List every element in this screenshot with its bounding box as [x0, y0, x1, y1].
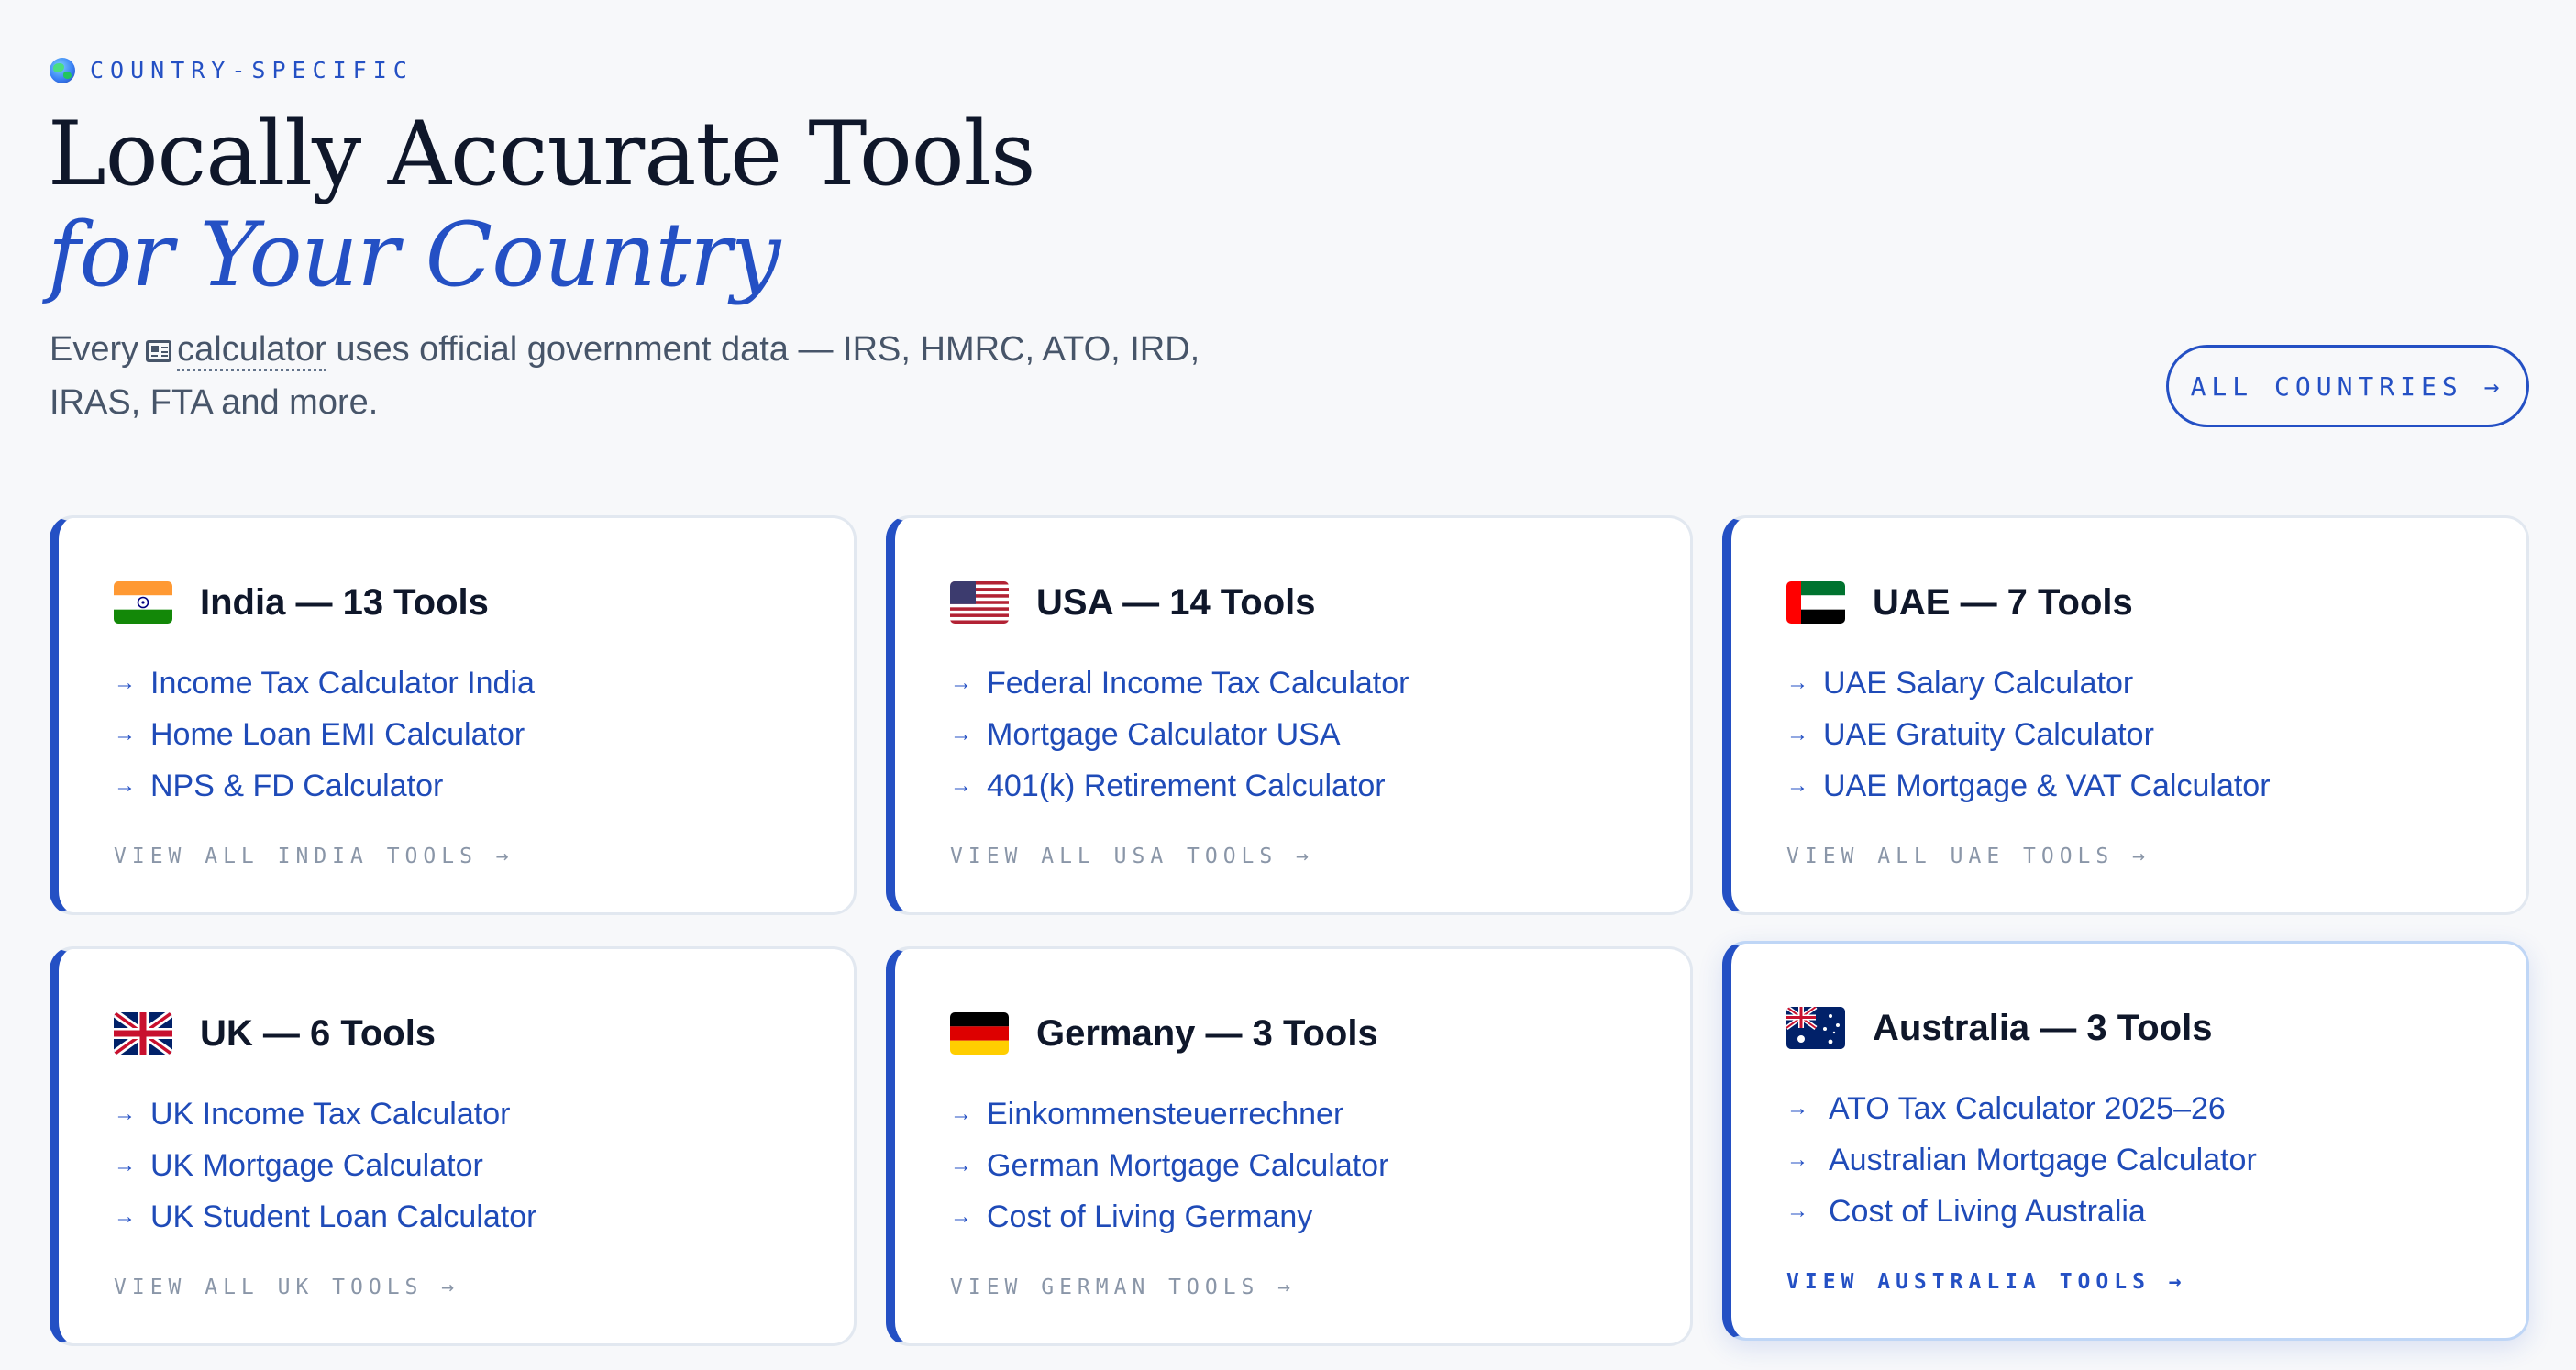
tool-link-item: → Cost of Living Australia: [1786, 1186, 2526, 1237]
usa-flag-icon: [950, 581, 1009, 624]
view-all-link[interactable]: VIEW AUSTRALIA TOOLS →: [1786, 1270, 2187, 1294]
section-title-accent: for Your Country: [48, 204, 780, 306]
section-eyebrow: COUNTRY-SPECIFIC: [50, 57, 414, 83]
arrow-right-icon: →: [950, 1153, 972, 1177]
arrow-right-icon: →: [950, 773, 972, 798]
tool-link-item: → 401(k) Retirement Calculator: [950, 760, 1690, 812]
eyebrow-label: COUNTRY-SPECIFIC: [90, 57, 414, 83]
tool-link[interactable]: UAE Salary Calculator: [1823, 666, 2133, 702]
country-card-usa[interactable]: USA — 14 Tools → Federal Income Tax Calcu…: [886, 515, 1693, 915]
arrow-right-icon: →: [1786, 773, 1808, 798]
tool-link[interactable]: Australian Mortgage Calculator: [1829, 1143, 2257, 1178]
tool-link-item: → Federal Income Tax Calculator: [950, 657, 1690, 709]
arrow-right-icon: →: [114, 1204, 136, 1229]
tool-link[interactable]: Federal Income Tax Calculator: [987, 666, 1409, 702]
country-card-germany[interactable]: Germany — 3 Tools → Einkommensteuerrechne…: [886, 946, 1693, 1346]
arrow-right-icon: →: [1786, 722, 1808, 746]
tool-link[interactable]: Income Tax Calculator India: [150, 666, 535, 702]
tool-link-item: → UAE Salary Calculator: [1786, 657, 2526, 709]
tool-link[interactable]: 401(k) Retirement Calculator: [987, 768, 1386, 804]
calculator-tooltip-term[interactable]: calculator: [177, 330, 326, 371]
australia-flag-icon: [1786, 1007, 1845, 1049]
arrow-right-icon: →: [114, 1101, 136, 1126]
section-title: Locally Accurate Tools: [48, 103, 1036, 205]
tool-link-item: → NPS & FD Calculator: [114, 760, 854, 812]
view-all-link[interactable]: VIEW ALL USA TOOLS →: [950, 845, 1314, 868]
tool-link-item: → UK Mortgage Calculator: [114, 1140, 854, 1191]
tool-link-item: → UAE Gratuity Calculator: [1786, 709, 2526, 760]
all-countries-button[interactable]: ALL COUNTRIES →: [2166, 345, 2529, 427]
tool-link[interactable]: UK Student Loan Calculator: [150, 1199, 536, 1235]
view-all-link[interactable]: VIEW ALL UAE TOOLS →: [1786, 845, 2150, 868]
arrow-right-icon: →: [950, 1204, 972, 1229]
arrow-right-icon: →: [1786, 1096, 1808, 1121]
tool-link[interactable]: Home Loan EMI Calculator: [150, 717, 525, 753]
tool-link[interactable]: ATO Tax Calculator 2025–26: [1829, 1091, 2226, 1127]
uae-flag-icon: [1786, 581, 1845, 624]
subtitle-text-end: uses official government data — IRS, HMR…: [336, 330, 1200, 369]
arrow-right-icon: →: [1786, 1199, 1808, 1223]
germany-flag-icon: [950, 1012, 1009, 1055]
subtitle-line-2: IRAS, FTA and more.: [50, 383, 379, 422]
country-card-uae[interactable]: UAE — 7 Tools → UAE Salary Calculator → UA…: [1722, 515, 2529, 915]
arrow-right-icon: →: [950, 670, 972, 695]
arrow-right-icon: →: [1786, 1147, 1808, 1172]
tool-link-item: → Einkommensteuerrechner: [950, 1088, 1690, 1140]
card-title: USA — 14 Tools: [1036, 581, 1316, 623]
tool-link-item: → Cost of Living Germany: [950, 1191, 1690, 1243]
tool-link-item: → UK Student Loan Calculator: [114, 1191, 854, 1243]
tool-link-item: → Mortgage Calculator USA: [950, 709, 1690, 760]
tool-link-item: → UAE Mortgage & VAT Calculator: [1786, 760, 2526, 812]
arrow-right-icon: →: [950, 722, 972, 746]
tool-link[interactable]: Mortgage Calculator USA: [987, 717, 1341, 753]
subtitle-line-1: Every calculator uses official government…: [50, 323, 1260, 376]
tool-link-item: → ATO Tax Calculator 2025–26: [1786, 1083, 2526, 1134]
arrow-right-icon: →: [1786, 670, 1808, 695]
card-title: India — 13 Tools: [200, 581, 489, 623]
view-all-link[interactable]: VIEW ALL UK TOOLS →: [114, 1276, 459, 1299]
arrow-right-icon: →: [950, 1101, 972, 1126]
card-title: Australia — 3 Tools: [1873, 1007, 2213, 1048]
view-all-link[interactable]: VIEW ALL INDIA TOOLS →: [114, 845, 514, 868]
calculator-icon: [146, 340, 172, 362]
tool-link[interactable]: NPS & FD Calculator: [150, 768, 443, 804]
tool-link[interactable]: Cost of Living Australia: [1829, 1194, 2146, 1230]
arrow-right-icon: →: [114, 722, 136, 746]
view-all-link[interactable]: VIEW GERMAN TOOLS →: [950, 1276, 1296, 1299]
tool-link[interactable]: UK Income Tax Calculator: [150, 1097, 510, 1132]
tool-link[interactable]: UAE Gratuity Calculator: [1823, 717, 2154, 753]
section-subtitle: Every calculator uses official government…: [50, 323, 1260, 429]
tool-link[interactable]: Einkommensteuerrechner: [987, 1097, 1343, 1132]
card-title: UAE — 7 Tools: [1873, 581, 2133, 623]
tool-link[interactable]: UK Mortgage Calculator: [150, 1148, 483, 1184]
card-title: UK — 6 Tools: [200, 1012, 437, 1054]
tool-link[interactable]: Cost of Living Germany: [987, 1199, 1312, 1235]
card-title: Germany — 3 Tools: [1036, 1012, 1378, 1054]
arrow-right-icon: →: [114, 670, 136, 695]
india-flag-icon: [114, 581, 172, 624]
country-card-australia[interactable]: Australia — 3 Tools → ATO Tax Calculator …: [1722, 941, 2529, 1341]
arrow-right-icon: →: [114, 1153, 136, 1177]
tool-link-item: → Home Loan EMI Calculator: [114, 709, 854, 760]
tool-link[interactable]: UAE Mortgage & VAT Calculator: [1823, 768, 2271, 804]
uk-flag-icon: [114, 1012, 172, 1055]
arrow-right-icon: →: [114, 773, 136, 798]
tool-link-item: → UK Income Tax Calculator: [114, 1088, 854, 1140]
subtitle-text-start: Every: [50, 330, 139, 369]
tool-link[interactable]: German Mortgage Calculator: [987, 1148, 1388, 1184]
country-card-india[interactable]: India — 13 Tools → Income Tax Calculator …: [50, 515, 857, 915]
globe-icon: [50, 57, 75, 83]
country-tools-section: COUNTRY-SPECIFIC Locally Accurate Tools …: [0, 0, 2576, 1370]
tool-link-item: → Australian Mortgage Calculator: [1786, 1134, 2526, 1186]
tool-link-item: → Income Tax Calculator India: [114, 657, 854, 709]
tool-link-item: → German Mortgage Calculator: [950, 1140, 1690, 1191]
country-card-uk[interactable]: UK — 6 Tools → UK Income Tax Calculator →…: [50, 946, 857, 1346]
